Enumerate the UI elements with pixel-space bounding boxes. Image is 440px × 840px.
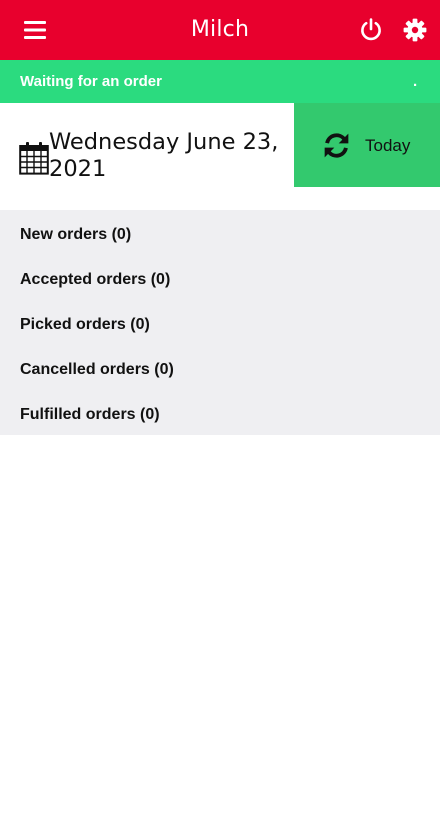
calendar-icon [19,141,49,175]
list-item-new-orders[interactable]: New orders (0) [0,210,440,255]
status-text: Waiting for an order [20,73,162,90]
list-item-picked-orders[interactable]: Picked orders (0) [0,300,440,345]
list-item-accepted-orders[interactable]: Accepted orders (0) [0,255,440,300]
status-indicator: . [413,73,418,90]
power-button[interactable] [354,13,388,47]
gear-icon [403,18,427,42]
selected-date: Wednesday June 23, 2021 [49,129,279,182]
settings-button[interactable] [398,13,432,47]
today-label: Today [365,136,411,155]
date-bar: Wednesday June 23, 2021 Today [0,103,440,210]
status-bar: Waiting for an order . [0,60,440,103]
refresh-icon [322,131,351,160]
list-item-fulfilled-orders[interactable]: Fulfilled orders (0) [0,390,440,435]
app-header: Milch [0,0,440,60]
order-category-list: New orders (0) Accepted orders (0) Picke… [0,210,440,435]
menu-icon [24,21,46,39]
list-item-cancelled-orders[interactable]: Cancelled orders (0) [0,345,440,390]
menu-button[interactable] [14,14,56,46]
today-button[interactable]: Today [294,103,440,187]
power-icon [359,18,383,42]
